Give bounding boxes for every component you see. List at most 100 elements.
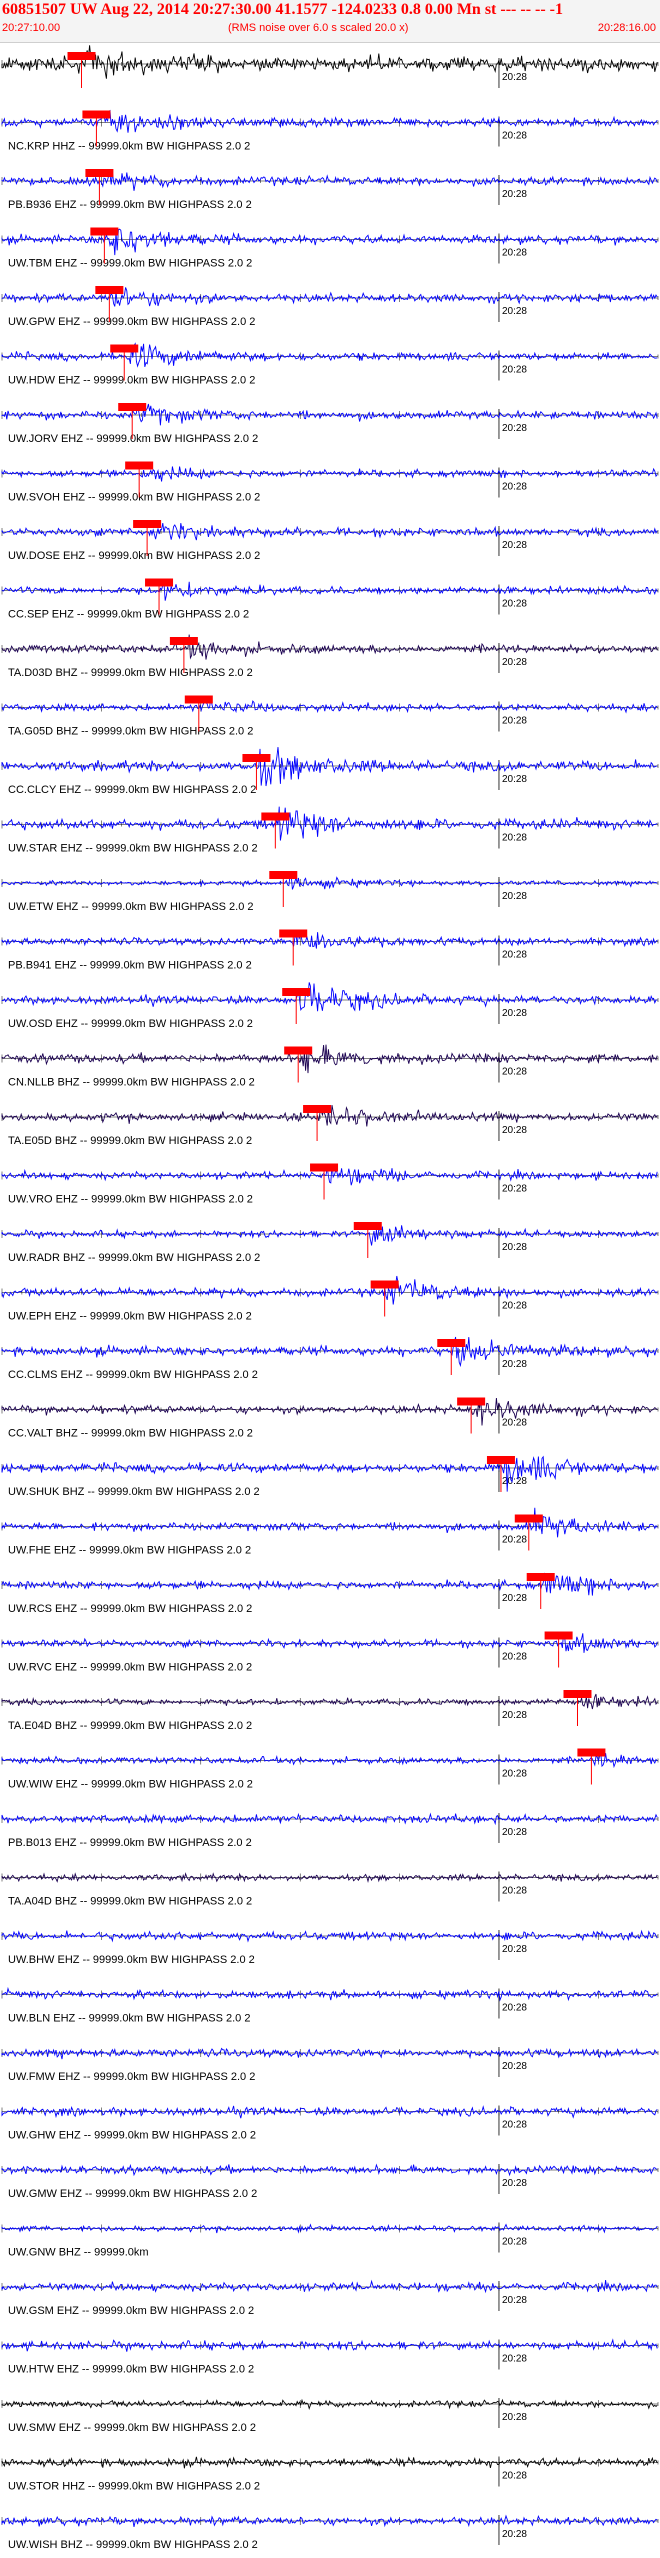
station-label: UW.RVC EHZ -- 99999.0km BW HIGHPASS 2.0 … xyxy=(8,1662,252,1674)
station-label: UW.SHUK BHZ -- 99999.0km BW HIGHPASS 2.0… xyxy=(8,1486,260,1498)
minute-label: 20:28 xyxy=(502,1827,527,1838)
seismogram-trace xyxy=(1,1752,658,1769)
seismogram-trace xyxy=(1,2047,658,2060)
page-title: 60851507 UW Aug 22, 2014 20:27:30.00 41.… xyxy=(2,1,563,18)
minute-label: 20:28 xyxy=(502,833,527,844)
minute-label: 20:28 xyxy=(502,2003,527,2014)
station-label: TA.D03D BHZ -- 99999.0km BW HIGHPASS 2.0… xyxy=(8,667,253,679)
seismogram-trace xyxy=(1,523,658,541)
seismogram-trace xyxy=(1,932,658,949)
minute-label: 20:28 xyxy=(502,599,527,610)
minute-label: 20:28 xyxy=(502,1769,527,1780)
station-label: NC.KRP HHZ -- 99999.0km BW HIGHPASS 2.0 … xyxy=(8,141,250,153)
minute-label: 20:28 xyxy=(502,540,527,551)
station-label: UW.OSD EHZ -- 99999.0km BW HIGHPASS 2.0 … xyxy=(8,1018,253,1030)
station-label: PB.B936 EHZ -- 99999.0km BW HIGHPASS 2.0… xyxy=(8,199,252,211)
station-label: UW.ETW EHZ -- 99999.0km BW HIGHPASS 2.0 … xyxy=(8,901,254,913)
station-label: UW.RADR BHZ -- 99999.0km BW HIGHPASS 2.0… xyxy=(8,1252,260,1264)
station-label: PB.B941 EHZ -- 99999.0km BW HIGHPASS 2.0… xyxy=(8,960,252,972)
minute-label: 20:28 xyxy=(502,2529,527,2540)
station-label: UW.HDW EHZ -- 99999.0km BW HIGHPASS 2.0 … xyxy=(8,375,255,387)
station-label: TA.G05D BHZ -- 99999.0km BW HIGHPASS 2.0… xyxy=(8,726,253,738)
seismogram-trace xyxy=(1,1812,658,1826)
seismogram-trace xyxy=(1,634,658,660)
minute-label: 20:28 xyxy=(502,1944,527,1955)
station-label: CC.CLCY EHZ -- 99999.0km BW HIGHPASS 2.0… xyxy=(8,784,256,796)
end-time: 20:28:16.00 xyxy=(597,22,656,34)
station-label: UW.RCS EHZ -- 99999.0km BW HIGHPASS 2.0 … xyxy=(8,1603,252,1615)
station-label: UW.BHW EHZ -- 99999.0km BW HIGHPASS 2.0 … xyxy=(8,1954,255,1966)
seismogram-trace xyxy=(1,2514,658,2528)
seismogram-trace xyxy=(1,2105,658,2119)
rms-note: (RMS noise over 6.0 s scaled 20.0 x) xyxy=(228,22,409,34)
minute-label: 20:28 xyxy=(502,1242,527,1253)
station-label: UW.GPW EHZ -- 99999.0km BW HIGHPASS 2.0 … xyxy=(8,316,255,328)
minute-label: 20:28 xyxy=(502,774,527,785)
seismogram-trace xyxy=(1,45,658,79)
station-label: UW.SVOH EHZ -- 99999.0km BW HIGHPASS 2.0… xyxy=(8,492,260,504)
minute-label: 20:28 xyxy=(502,716,527,727)
seismogram-trace xyxy=(1,402,658,426)
minute-label: 20:28 xyxy=(502,1067,527,1078)
minute-label: 20:28 xyxy=(502,2295,527,2306)
seismogram-trace xyxy=(1,1397,658,1426)
seismogram-trace xyxy=(1,1044,658,1074)
minute-label: 20:28 xyxy=(502,950,527,961)
seismogram-trace xyxy=(1,1336,658,1368)
minute-label: 20:28 xyxy=(502,1418,527,1429)
minute-label: 20:28 xyxy=(502,248,527,259)
station-label: TA.A04D BHZ -- 99999.0km BW HIGHPASS 2.0… xyxy=(8,1896,252,1908)
minute-label: 20:28 xyxy=(502,2471,527,2482)
minute-label: 20:28 xyxy=(502,2178,527,2189)
seismogram-trace xyxy=(1,747,658,787)
seismogram-trace xyxy=(1,697,658,714)
station-label: CC.VALT BHZ -- 99999.0km BW HIGHPASS 2.0… xyxy=(8,1428,253,1440)
seismogram-trace xyxy=(1,581,658,601)
seismogram-trace xyxy=(1,1507,658,1538)
station-label: UW.VRO EHZ -- 99999.0km BW HIGHPASS 2.0 … xyxy=(8,1194,253,1206)
seismogram-trace xyxy=(1,806,658,841)
seismogram-trace xyxy=(1,342,658,368)
station-label: UW.STOR HHZ -- 99999.0km BW HIGHPASS 2.0… xyxy=(8,2481,260,2493)
minute-label: 20:28 xyxy=(502,1886,527,1897)
seismogram-trace xyxy=(1,873,658,890)
minute-label: 20:28 xyxy=(502,189,527,200)
minute-label: 20:28 xyxy=(502,1593,527,1604)
seismogram-trace xyxy=(1,2279,658,2294)
minute-label: 20:28 xyxy=(502,2237,527,2248)
minute-label: 20:28 xyxy=(502,657,527,668)
seismogram-trace xyxy=(1,1693,658,1710)
minute-label: 20:28 xyxy=(502,1301,527,1312)
minute-label: 20:28 xyxy=(502,1652,527,1663)
minute-label: 20:28 xyxy=(502,2354,527,2365)
minute-label: 20:28 xyxy=(502,1535,527,1546)
seismogram-trace xyxy=(1,1572,658,1596)
station-label: UW.SMW EHZ -- 99999.0km BW HIGHPASS 2.0 … xyxy=(8,2422,256,2434)
minute-label: 20:28 xyxy=(502,891,527,902)
minute-label: 20:28 xyxy=(502,2412,527,2423)
station-label: UW.FHE EHZ -- 99999.0km BW HIGHPASS 2.0 … xyxy=(8,1545,251,1557)
minute-label: 20:28 xyxy=(502,482,527,493)
station-label: UW.BLN EHZ -- 99999.0km BW HIGHPASS 2.0 … xyxy=(8,2013,250,2025)
minute-label: 20:28 xyxy=(502,306,527,317)
seismogram-trace xyxy=(1,466,658,482)
minute-label: 20:28 xyxy=(502,2061,527,2072)
seismogram-trace xyxy=(1,2338,658,2352)
seismogram-trace xyxy=(1,982,658,1012)
station-label: UW.JORV EHZ -- 99999.0km BW HIGHPASS 2.0… xyxy=(8,433,258,445)
station-label: UW.GSM EHZ -- 99999.0km BW HIGHPASS 2.0 … xyxy=(8,2305,254,2317)
station-label: UW.TBM EHZ -- 99999.0km BW HIGHPASS 2.0 … xyxy=(8,258,252,270)
station-label: UW.GMW EHZ -- 99999.0km BW HIGHPASS 2.0 … xyxy=(8,2188,257,2200)
station-label: CC.SEP EHZ -- 99999.0km BW HIGHPASS 2.0 … xyxy=(8,609,249,621)
seismogram-trace xyxy=(1,1225,658,1246)
seismogram-plot: 20:28 20:28 NC.KRP HHZ -- 99999.0km BW HIG… xyxy=(1,45,659,2551)
station-label: UW.HTW EHZ -- 99999.0km BW HIGHPASS 2.0 … xyxy=(8,2364,254,2376)
minute-label: 20:28 xyxy=(502,1476,527,1487)
minute-label: 20:28 xyxy=(502,1359,527,1370)
station-label: PB.B013 EHZ -- 99999.0km BW HIGHPASS 2.0… xyxy=(8,1837,252,1849)
station-label: CC.CLMS EHZ -- 99999.0km BW HIGHPASS 2.0… xyxy=(8,1369,258,1381)
seismogram-trace xyxy=(1,2163,658,2177)
minute-label: 20:28 xyxy=(502,1125,527,1136)
station-label: UW.WIW EHZ -- 99999.0km BW HIGHPASS 2.0 … xyxy=(8,1779,253,1791)
station-label: UW.DOSE EHZ -- 99999.0km BW HIGHPASS 2.0… xyxy=(8,550,260,562)
